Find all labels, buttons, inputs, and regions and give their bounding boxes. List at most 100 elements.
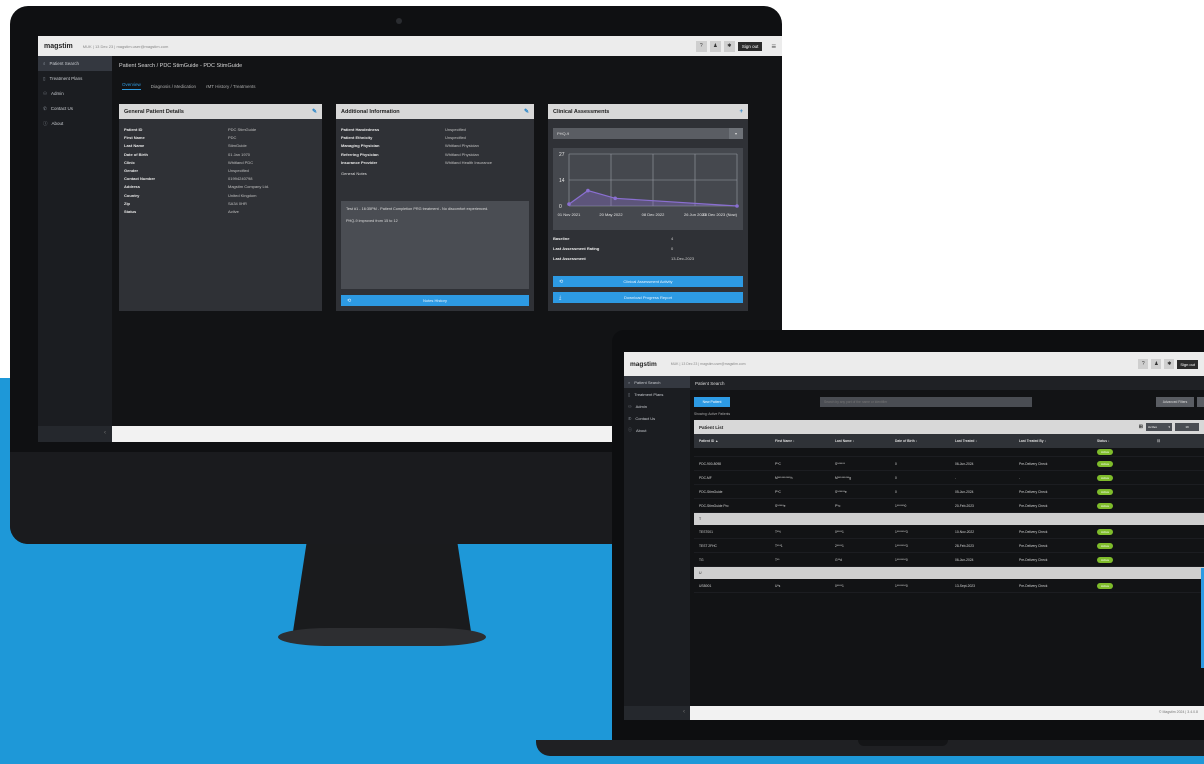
- sidebar-collapse-button[interactable]: ‹: [38, 426, 112, 442]
- grid-view-icon[interactable]: ⊞: [1139, 424, 1143, 430]
- sidebar-collapse-button[interactable]: ‹: [624, 706, 690, 720]
- assessment-selector[interactable]: PHQ-9 ▾: [553, 128, 743, 139]
- sidebar-item-patient-search[interactable]: ⌕ Patient Search: [38, 56, 112, 71]
- chevron-down-icon[interactable]: ▾: [729, 128, 743, 139]
- chart-point: [567, 202, 571, 206]
- top-bar: magstim MUK | 13 Dec 23 | magstim.user@m…: [624, 352, 1204, 376]
- notes-history-button[interactable]: ⟲ Notes History: [341, 295, 529, 306]
- panel-title: Additional Information: [341, 108, 400, 115]
- sidebar-item-contact-us[interactable]: ✆ Contact Us: [38, 101, 112, 116]
- chart-point: [586, 188, 590, 193]
- additional-information-panel: Additional Information ✎ Patient Handedn…: [336, 104, 534, 311]
- sidebar-item-about[interactable]: ⓘ About: [38, 116, 112, 131]
- cell-treated: 06-Jun-2024: [955, 461, 974, 466]
- chart-x-tick-label: 08 Dec 2022: [642, 212, 665, 217]
- status-filter-select[interactable]: Active ▾: [1146, 423, 1172, 431]
- breadcrumb: Patient Search: [690, 376, 1204, 390]
- table-row[interactable]: PDC-StimGuide P*C S******e 0 05-Jun-2024 Pre-…: [694, 485, 1204, 499]
- cell-id: PDC-StimGuide Pro: [699, 503, 729, 508]
- admin-icon: ⚇: [43, 90, 48, 96]
- general-notes-label: General Notes: [341, 171, 367, 177]
- hamburger-menu-icon[interactable]: ≡: [771, 42, 776, 51]
- table-row[interactable]: TEST001 T**t 0****1 1*******3 10-Nov-2022 Pre…: [694, 525, 1204, 539]
- assessment-summary: Baseline 4 Last Assessment Rating 0 Last A…: [553, 236, 695, 261]
- sidebar-item-treatment-plans[interactable]: ▯ Treatment Plans: [38, 71, 112, 86]
- patient-list-title: Patient List: [699, 424, 724, 430]
- sidebar-item-treatment-plans[interactable]: ▯ Treatment Plans: [624, 388, 690, 400]
- download-icon: ⤓: [559, 294, 562, 301]
- tab-diagnosis[interactable]: Diagnosis / Medication: [151, 84, 196, 89]
- sidebar-item-admin[interactable]: ⚇ Admin: [38, 86, 112, 101]
- edit-icon[interactable]: ✎: [312, 108, 317, 115]
- note-entry: Test #1 - 16:35PM - Patient Completion P…: [346, 207, 489, 211]
- sidebar-item-patient-search[interactable]: ⌕ Patient Search: [624, 376, 690, 388]
- sidebar-item-contact-us[interactable]: ✆ Contact Us: [624, 412, 690, 424]
- column-settings-icon[interactable]: ☷: [1152, 439, 1168, 443]
- table-row[interactable]: TEST 2FHC T***1 2****1 1*******3 28-Feb-2023…: [694, 539, 1204, 553]
- laptop-screen: magstim MUK | 13 Dec 23 | magstim.user@m…: [624, 352, 1204, 720]
- advanced-filters-button[interactable]: Advanced Filters: [1156, 397, 1194, 407]
- user-icon[interactable]: ♟: [1151, 359, 1162, 369]
- gear-icon[interactable]: ✱: [1164, 359, 1175, 369]
- question-icon[interactable]: ?: [1138, 359, 1149, 369]
- col-last-name[interactable]: Last Name ↕: [830, 439, 890, 443]
- col-last-treated[interactable]: Last Treated ↕: [950, 439, 1014, 443]
- general-patient-details-panel: General Patient Details ✎ Patient ID PDC …: [119, 104, 322, 311]
- phone-icon: ✆: [43, 105, 47, 111]
- sidebar-item-about[interactable]: ⓘ About: [624, 424, 690, 436]
- status-badge: Active: [1097, 488, 1114, 495]
- col-dob[interactable]: Date of Birth ↕: [890, 439, 950, 443]
- cell-id: PDC-MF: [699, 475, 712, 480]
- chart-y-tick-label: 14: [559, 178, 565, 184]
- table-row[interactable]: PDC-StimGuide Pro S*****e P*o 1******0 20-Fe…: [694, 499, 1204, 513]
- table-row[interactable]: PDC-900-8098 P*C S****** 0 06-Jun-2024 Pre-De…: [694, 457, 1204, 471]
- col-patient-id[interactable]: Patient ID ▲: [694, 439, 770, 443]
- question-icon[interactable]: ?: [695, 40, 707, 52]
- download-report-button[interactable]: ⤓ Download Progress Report: [553, 292, 743, 303]
- table-row[interactable]: TG T** G**d 1*******0 06-Jun-2024 Pre-Deliver…: [694, 553, 1204, 567]
- panel-title: Clinical Assessments: [553, 108, 610, 115]
- table-row[interactable]: USB001 U*s 0****1 1*******0 13-Sept-2023 Pre-…: [694, 579, 1204, 593]
- filter-options-button[interactable]: [1197, 397, 1204, 407]
- table-row[interactable]: Active: [694, 448, 1204, 457]
- info-icon: ⓘ: [43, 120, 48, 126]
- status-badge: Active: [1097, 528, 1114, 535]
- patient-search-input[interactable]: [820, 397, 1032, 407]
- table-row[interactable]: PDC-MF M**********h M*********g 0 - - Active: [694, 471, 1204, 485]
- col-last-treated-by[interactable]: Last Treated By ↕: [1014, 439, 1092, 443]
- cell-treated: 05-Jun-2024: [955, 489, 974, 494]
- cell-dob: 1*******3: [895, 543, 908, 548]
- cell-treated: 06-Jun-2024: [955, 557, 974, 562]
- cell-status: Active: [1092, 528, 1152, 535]
- sidebar-item-admin[interactable]: ⚇ Admin: [624, 400, 690, 412]
- cell-last: P*o: [835, 503, 841, 508]
- assessment-chart: 27 14 0 01 Nov 2021 20 May 2022 08 Dec 2022 26…: [553, 148, 743, 230]
- cell-last: 0****1: [835, 529, 844, 534]
- clinical-assessments-panel: Clinical Assessments + PHQ-9 ▾ 27 14 0 01 N…: [548, 104, 748, 311]
- chart-y-tick-label: 27: [559, 152, 565, 158]
- monitor-stand: [292, 544, 472, 638]
- assessment-activity-button[interactable]: ⟲ Clinical Assessment Activity: [553, 276, 743, 287]
- cell-first: M**********h: [775, 475, 793, 480]
- gear-icon[interactable]: ✱: [723, 40, 735, 52]
- edit-icon[interactable]: ✎: [524, 108, 529, 115]
- user-info: MUK | 13 Dec 23 | magstim.user@magstim.c…: [670, 362, 746, 366]
- sign-out-button[interactable]: Sign out: [1177, 359, 1198, 369]
- user-icon[interactable]: ♟: [709, 40, 721, 52]
- cell-treated: 28-Feb-2023: [955, 543, 974, 548]
- general-notes-box[interactable]: Test #1 - 16:35PM - Patient Completion P…: [341, 201, 529, 289]
- history-icon: ⟲: [347, 297, 352, 304]
- cell-status: Active: [1092, 542, 1152, 549]
- sign-out-button[interactable]: Sign out: [737, 41, 763, 51]
- plus-icon[interactable]: +: [739, 109, 743, 115]
- col-first-name[interactable]: First Name ↕: [770, 439, 830, 443]
- col-status[interactable]: Status ↕: [1092, 439, 1152, 443]
- patient-fields: Patient ID PDC StimGuide First Name PDC La…: [124, 127, 270, 215]
- tab-overview[interactable]: Overview: [122, 82, 141, 90]
- tab-rmt-history[interactable]: rMT History / Treatments: [206, 84, 255, 89]
- search-icon: ⌕: [628, 379, 631, 385]
- cell-first: T***1: [775, 543, 783, 548]
- page-size-select[interactable]: 10: [1175, 423, 1199, 431]
- main-content: Patient Search New Patient Advanced Filt…: [690, 376, 1204, 706]
- new-patient-button[interactable]: New Patient: [694, 397, 730, 407]
